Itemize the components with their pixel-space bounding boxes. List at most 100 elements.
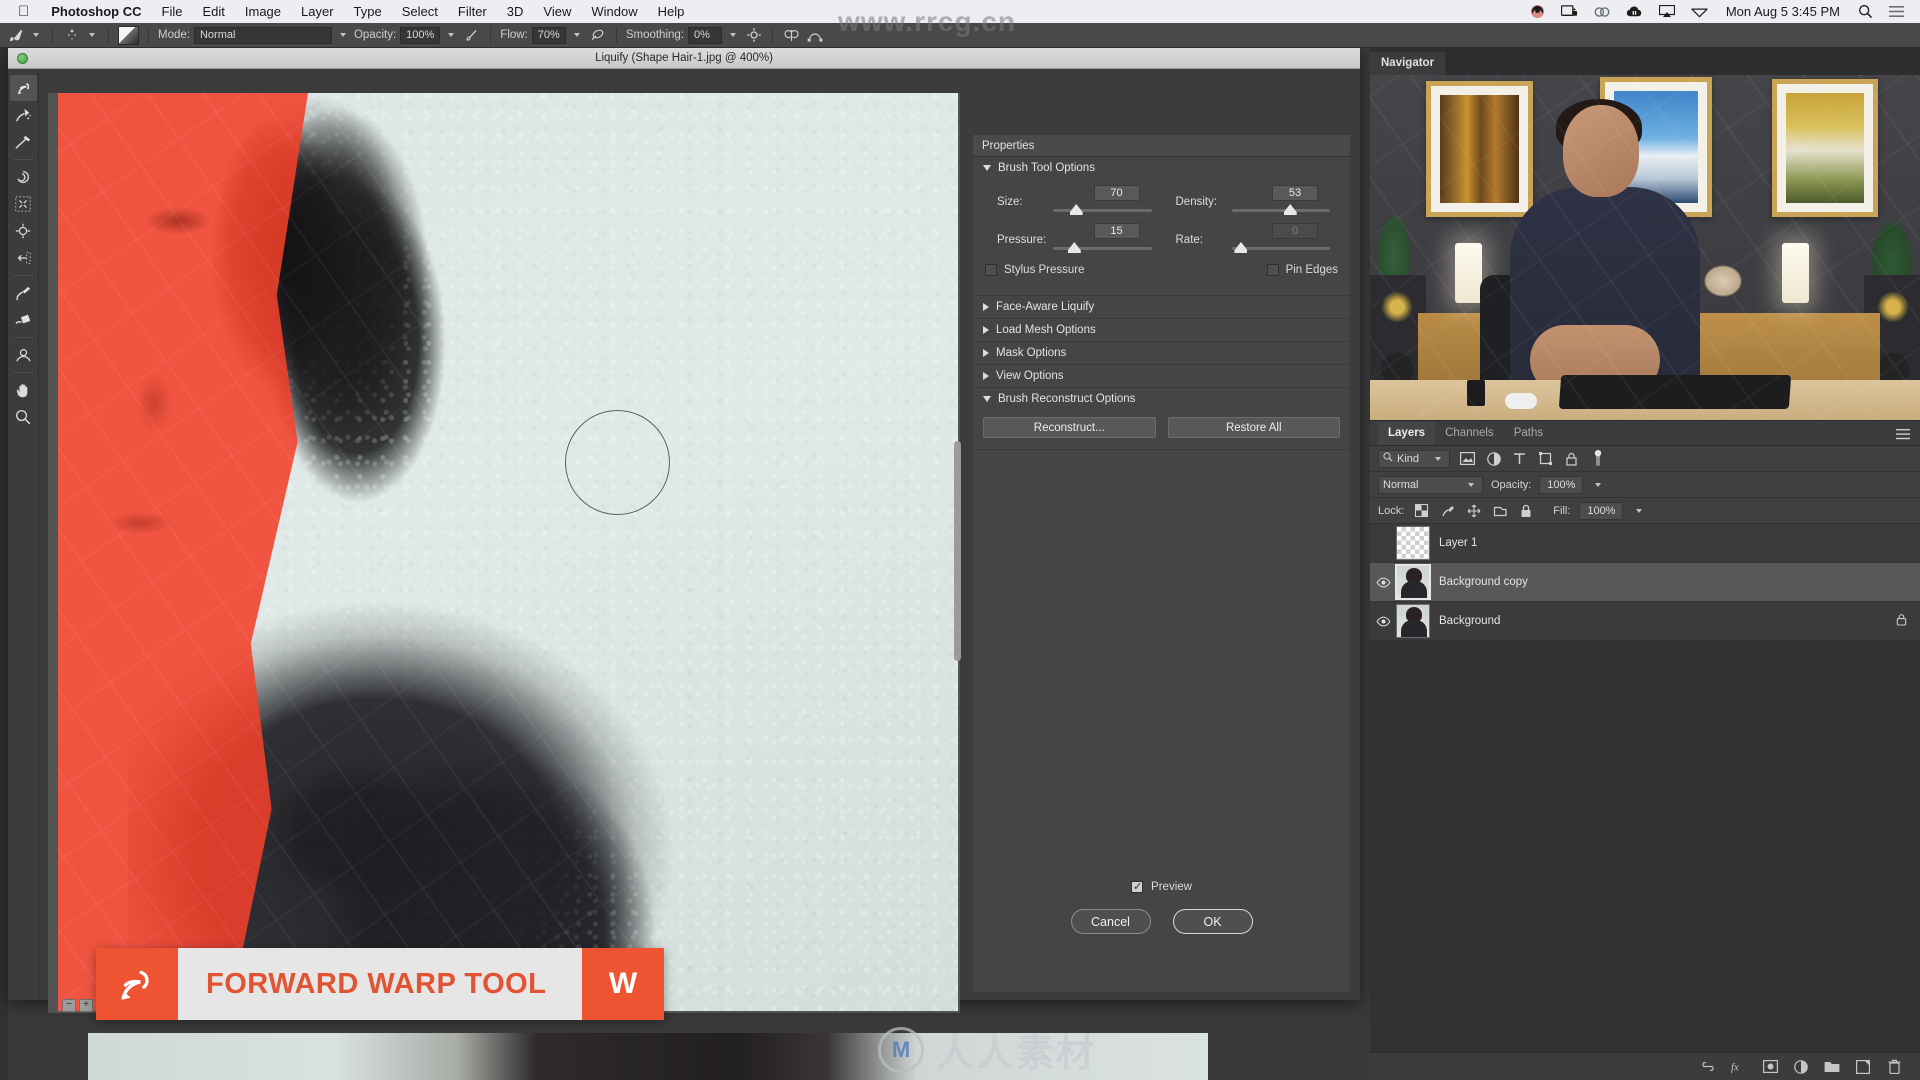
layer-name[interactable]: Background copy: [1439, 576, 1528, 588]
control-center-list-icon[interactable]: [1881, 5, 1912, 18]
apple-icon[interactable]: : [18, 4, 29, 19]
tab-navigator[interactable]: Navigator: [1370, 52, 1446, 75]
pin-edges-checkbox-box[interactable]: [1266, 264, 1279, 276]
path-operations-icon[interactable]: [805, 26, 824, 45]
brush-pressure-input[interactable]: 15: [1093, 223, 1140, 239]
menu-image[interactable]: Image: [235, 4, 291, 19]
smart-object-filter-icon[interactable]: [1563, 450, 1580, 467]
layer-thumbnail[interactable]: [1395, 564, 1431, 600]
user-avatar-icon[interactable]: [1522, 4, 1553, 19]
new-layer-icon[interactable]: [1855, 1059, 1871, 1075]
brush-preset-chevron-down-icon[interactable]: [33, 33, 39, 37]
layer-visibility-toggle[interactable]: [1370, 577, 1396, 588]
flow-chevron-down-icon[interactable]: [573, 33, 580, 37]
filter-toggle-switch[interactable]: [1589, 450, 1606, 467]
brush-density-input[interactable]: 53: [1272, 185, 1318, 201]
lock-artboard-nesting-icon[interactable]: [1491, 502, 1508, 519]
brush-density-slider-knob[interactable]: [1283, 204, 1297, 215]
brush-size-input[interactable]: 70: [1093, 185, 1140, 201]
disclosure-triangle-closed-icon[interactable]: [983, 326, 989, 334]
panel-menu-icon[interactable]: [1896, 429, 1910, 442]
blend-mode-select[interactable]: Normal: [1378, 475, 1483, 494]
lock-image-pixels-icon[interactable]: [1439, 502, 1456, 519]
mode-chevron-down-icon[interactable]: [339, 33, 346, 37]
search-icon[interactable]: [1850, 4, 1881, 19]
reconstruct-button[interactable]: Reconstruct...: [983, 417, 1156, 438]
disclosure-triangle-open-icon[interactable]: [983, 165, 991, 171]
tablet-pressure-opacity-icon[interactable]: [462, 26, 481, 45]
layers-opacity-input[interactable]: 100%: [1539, 475, 1584, 494]
pin-edges-checkbox[interactable]: Pin Edges: [1266, 264, 1338, 276]
stylus-pressure-checkbox-box[interactable]: [985, 264, 997, 276]
gear-icon[interactable]: [744, 26, 763, 45]
stylus-pressure-checkbox[interactable]: Stylus Pressure: [985, 264, 1085, 276]
brush-rate-slider[interactable]: [1231, 242, 1330, 253]
opacity-chevron-down-icon[interactable]: [448, 33, 455, 37]
liquify-tool-thaw-mask[interactable]: [10, 307, 37, 333]
canvas-zoom-out-button[interactable]: −: [62, 998, 76, 1012]
disclosure-triangle-closed-icon[interactable]: [983, 303, 989, 311]
section-header-view-options[interactable]: View Options: [983, 365, 1340, 387]
airbrush-icon[interactable]: [588, 26, 607, 45]
smoothing-input[interactable]: 0%: [688, 26, 722, 44]
brush-pressure-slider[interactable]: [1053, 242, 1152, 253]
flow-input[interactable]: 70%: [531, 26, 566, 44]
preview-checkbox[interactable]: [1131, 880, 1144, 893]
liquify-canvas-area[interactable]: − +: [48, 93, 961, 1013]
blend-chevron-down-icon[interactable]: [1468, 482, 1474, 487]
cloud-icon[interactable]: [1618, 5, 1651, 18]
cancel-button[interactable]: Cancel: [1070, 909, 1151, 934]
brush-icon[interactable]: [6, 26, 25, 45]
restore-all-button[interactable]: Restore All: [1167, 417, 1340, 438]
screen-share-icon[interactable]: [1553, 4, 1586, 19]
menu-3d[interactable]: 3D: [497, 4, 534, 19]
brush-rate-input[interactable]: 0: [1272, 223, 1318, 239]
section-header-load-mesh-options[interactable]: Load Mesh Options: [983, 319, 1340, 341]
new-group-icon[interactable]: [1824, 1059, 1840, 1075]
lock-transparent-pixels-icon[interactable]: [1413, 502, 1430, 519]
brush-preset-icon[interactable]: [62, 26, 81, 45]
liquify-tool-pucker[interactable]: [10, 191, 37, 217]
brush-size-slider-knob[interactable]: [1069, 204, 1083, 215]
brush-density-slider[interactable]: [1231, 204, 1330, 215]
layer-kind-filter-select[interactable]: Kind: [1378, 449, 1450, 468]
smoothing-chevron-down-icon[interactable]: [730, 33, 736, 37]
brush-preset2-chevron-down-icon[interactable]: [89, 33, 95, 37]
disclosure-triangle-open-icon[interactable]: [983, 396, 991, 402]
kind-chevron-down-icon[interactable]: [1435, 456, 1441, 461]
menu-layer[interactable]: Layer: [291, 4, 344, 19]
fill-input[interactable]: 100%: [1579, 501, 1624, 520]
layers-opacity-chevron-down-icon[interactable]: [1595, 482, 1602, 487]
layer-name[interactable]: Background: [1439, 615, 1500, 627]
liquify-tool-hand[interactable]: [10, 377, 37, 403]
table-row[interactable]: Layer 1: [1370, 524, 1920, 563]
section-header-face-aware-liquify[interactable]: Face-Aware Liquify: [983, 296, 1340, 318]
liquify-tool-smooth[interactable]: [10, 129, 37, 155]
adjustment-layer-icon[interactable]: [1793, 1059, 1809, 1075]
table-row[interactable]: Background copy: [1370, 563, 1920, 602]
section-header-brush-reconstruct-options[interactable]: Brush Reconstruct Options: [983, 388, 1340, 410]
layer-thumbnail[interactable]: [1396, 604, 1430, 638]
wifi-icon[interactable]: [1683, 5, 1716, 18]
type-layer-filter-icon[interactable]: [1511, 450, 1528, 467]
layer-thumbnail[interactable]: [1396, 526, 1430, 560]
canvas-zoom-in-button[interactable]: +: [79, 998, 93, 1012]
ok-button[interactable]: OK: [1172, 909, 1253, 934]
creative-cloud-link-icon[interactable]: [1586, 5, 1618, 19]
tab-layers[interactable]: Layers: [1378, 421, 1436, 445]
pixel-layer-filter-icon[interactable]: [1459, 450, 1476, 467]
menu-help[interactable]: Help: [648, 4, 695, 19]
brush-rate-slider-knob[interactable]: [1234, 242, 1248, 253]
lock-position-icon[interactable]: [1465, 502, 1482, 519]
opacity-input[interactable]: 100%: [400, 26, 441, 44]
menu-filter[interactable]: Filter: [448, 4, 497, 19]
butterfly-symmetry-icon[interactable]: [782, 26, 801, 45]
liquify-tool-twirl-clockwise[interactable]: [10, 164, 37, 190]
link-layers-icon[interactable]: [1700, 1059, 1716, 1075]
airplay-icon[interactable]: [1651, 5, 1683, 18]
delete-layer-icon[interactable]: [1886, 1059, 1902, 1075]
canvas-vertical-scrollbar[interactable]: [954, 441, 961, 661]
menu-window[interactable]: Window: [581, 4, 647, 19]
disclosure-triangle-closed-icon[interactable]: [983, 372, 989, 380]
layer-visibility-toggle[interactable]: [1370, 616, 1396, 627]
